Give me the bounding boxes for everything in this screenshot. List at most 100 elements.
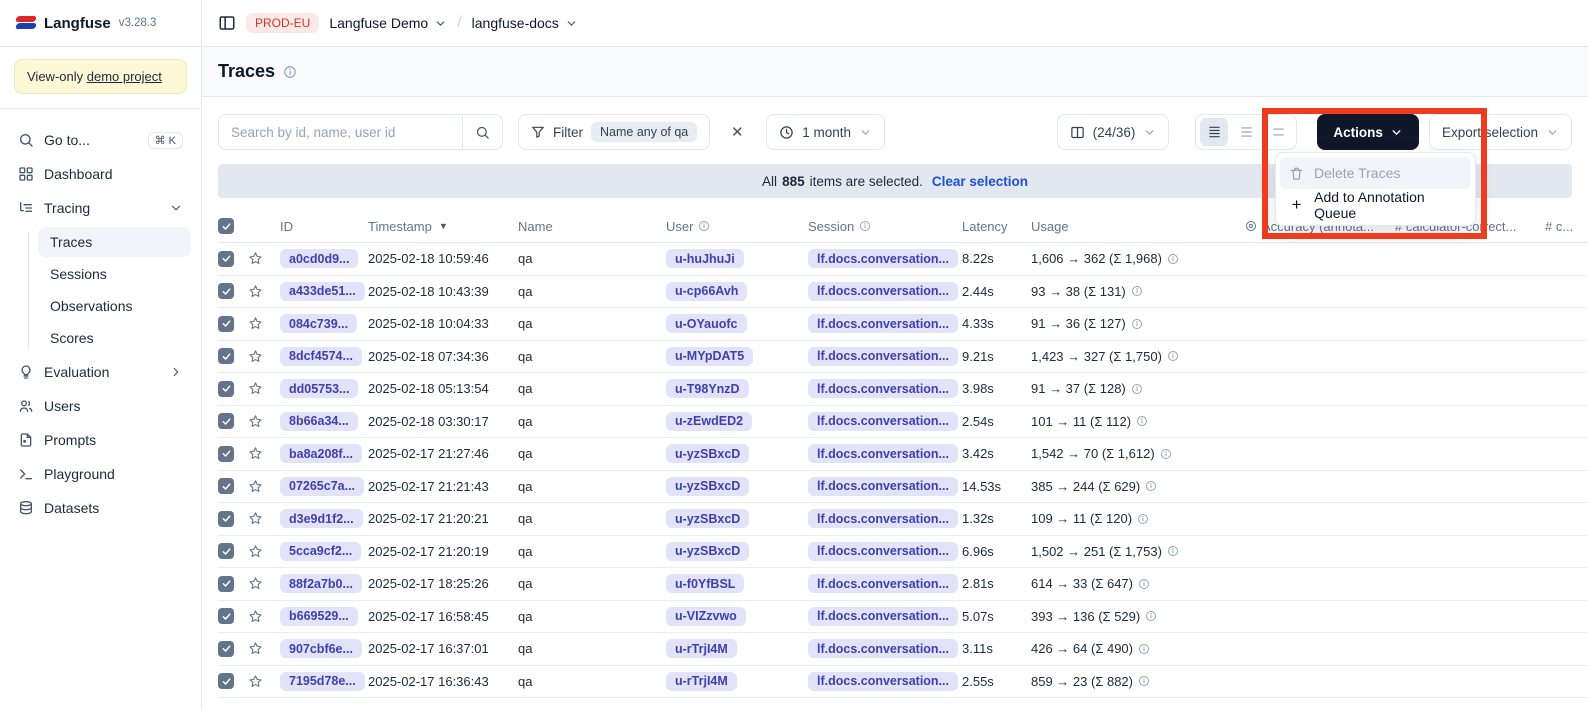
column-header-session[interactable]: Session — [808, 219, 962, 234]
menu-item-add-to-annotation-queue[interactable]: + Add to Annotation Queue — [1280, 189, 1471, 221]
user-badge[interactable]: u-huJhuJi — [666, 249, 744, 268]
session-badge[interactable]: lf.docs.conversation... — [808, 574, 958, 593]
session-badge[interactable]: lf.docs.conversation... — [808, 639, 958, 658]
table-row[interactable]: 907cbf6e... 2025-02-17 16:37:01 qa u-rTr… — [218, 633, 1588, 666]
trace-id-badge[interactable]: 907cbf6e... — [280, 639, 362, 658]
star-icon[interactable] — [248, 446, 263, 461]
sidebar-item-traces[interactable]: Traces — [38, 227, 191, 257]
time-range-selector[interactable]: 1 month — [766, 114, 885, 150]
search-input[interactable] — [219, 115, 462, 149]
user-badge[interactable]: u-VIZzvwo — [666, 607, 746, 626]
info-icon[interactable] — [1137, 513, 1149, 525]
star-icon[interactable] — [248, 674, 263, 689]
row-height-medium-button[interactable] — [1232, 118, 1260, 146]
select-all-checkbox[interactable] — [218, 218, 234, 234]
table-row[interactable]: 084c739... 2025-02-18 10:04:33 qa u-OYau… — [218, 308, 1588, 341]
row-checkbox[interactable] — [218, 413, 234, 429]
table-row[interactable]: 7195d78e... 2025-02-17 16:36:43 qa u-rTr… — [218, 666, 1588, 699]
trace-id-badge[interactable]: b669529... — [280, 607, 358, 626]
star-icon[interactable] — [248, 479, 263, 494]
trace-id-badge[interactable]: ba8a208f... — [280, 444, 362, 463]
star-icon[interactable] — [248, 576, 263, 591]
actions-button[interactable]: Actions — [1317, 114, 1419, 150]
session-badge[interactable]: lf.docs.conversation... — [808, 379, 958, 398]
sidebar-item-datasets[interactable]: Datasets — [10, 491, 191, 525]
column-header-id[interactable]: ID — [280, 219, 368, 234]
row-checkbox[interactable] — [218, 478, 234, 494]
info-icon[interactable] — [1145, 610, 1157, 622]
trace-id-badge[interactable]: 084c739... — [280, 314, 357, 333]
clear-filter-button[interactable]: ✕ — [722, 117, 752, 147]
info-icon[interactable] — [1167, 545, 1179, 557]
row-checkbox[interactable] — [218, 283, 234, 299]
sidebar-item-observations[interactable]: Observations — [38, 291, 191, 321]
column-header-timestamp[interactable]: Timestamp▼ — [368, 219, 518, 234]
user-badge[interactable]: u-T98YnzD — [666, 379, 749, 398]
sidebar-item-users[interactable]: Users — [10, 389, 191, 423]
row-checkbox[interactable] — [218, 641, 234, 657]
info-icon[interactable] — [1131, 383, 1143, 395]
trace-id-badge[interactable]: 88f2a7b0... — [280, 574, 362, 593]
info-icon[interactable] — [1167, 350, 1179, 362]
row-checkbox[interactable] — [218, 446, 234, 462]
user-badge[interactable]: u-rTrjI4M — [666, 639, 737, 658]
table-row[interactable]: 8dcf4574... 2025-02-18 07:34:36 qa u-MYp… — [218, 341, 1588, 374]
session-badge[interactable]: lf.docs.conversation... — [808, 607, 958, 626]
trace-id-badge[interactable]: 5cca9cf2... — [280, 542, 361, 561]
sidebar-toggle-icon[interactable] — [218, 14, 236, 32]
table-row[interactable]: d3e9d1f2... 2025-02-17 21:20:21 qa u-yzS… — [218, 503, 1588, 536]
column-header-usage[interactable]: Usage — [1031, 219, 1245, 234]
column-header-name[interactable]: Name — [518, 219, 666, 234]
trace-id-badge[interactable]: dd05753... — [280, 379, 358, 398]
star-icon[interactable] — [248, 641, 263, 656]
row-checkbox[interactable] — [218, 673, 234, 689]
sidebar-item-scores[interactable]: Scores — [38, 323, 191, 353]
sidebar-item-evaluation[interactable]: Evaluation — [10, 355, 191, 389]
session-badge[interactable]: lf.docs.conversation... — [808, 412, 958, 431]
filter-button[interactable]: Filter Name any of qa — [518, 114, 710, 150]
user-badge[interactable]: u-yzSBxcD — [666, 509, 749, 528]
info-icon[interactable] — [1131, 285, 1143, 297]
row-checkbox[interactable] — [218, 251, 234, 267]
session-badge[interactable]: lf.docs.conversation... — [808, 672, 958, 691]
user-badge[interactable]: u-yzSBxcD — [666, 542, 749, 561]
row-height-compact-button[interactable] — [1200, 118, 1228, 146]
sidebar-item-playground[interactable]: Playground — [10, 457, 191, 491]
info-icon[interactable] — [1145, 480, 1157, 492]
table-row[interactable]: 5cca9cf2... 2025-02-17 21:20:19 qa u-yzS… — [218, 536, 1588, 569]
star-icon[interactable] — [248, 609, 263, 624]
sidebar-item-goto[interactable]: Go to... ⌘ K — [10, 123, 191, 157]
star-icon[interactable] — [248, 349, 263, 364]
star-icon[interactable] — [248, 544, 263, 559]
row-checkbox[interactable] — [218, 543, 234, 559]
session-badge[interactable]: lf.docs.conversation... — [808, 509, 958, 528]
column-header-user[interactable]: User — [666, 219, 808, 234]
user-badge[interactable]: u-zEwdED2 — [666, 412, 752, 431]
info-icon[interactable] — [1131, 318, 1143, 330]
row-checkbox[interactable] — [218, 576, 234, 592]
table-row[interactable]: a0cd0d9... 2025-02-18 10:59:46 qa u-huJh… — [218, 243, 1588, 276]
session-badge[interactable]: lf.docs.conversation... — [808, 282, 958, 301]
column-header-extra[interactable]: # c... — [1545, 219, 1588, 234]
session-badge[interactable]: lf.docs.conversation... — [808, 477, 958, 496]
user-badge[interactable]: u-MYpDAT5 — [666, 347, 753, 366]
table-row[interactable]: 8b66a34... 2025-02-18 03:30:17 qa u-zEwd… — [218, 406, 1588, 439]
session-badge[interactable]: lf.docs.conversation... — [808, 314, 958, 333]
star-icon[interactable] — [248, 251, 263, 266]
trace-id-badge[interactable]: 8dcf4574... — [280, 347, 362, 366]
sidebar-item-prompts[interactable]: Prompts — [10, 423, 191, 457]
row-checkbox[interactable] — [218, 316, 234, 332]
trace-id-badge[interactable]: a433de51... — [280, 282, 365, 301]
demo-project-link[interactable]: demo project — [87, 69, 162, 84]
session-badge[interactable]: lf.docs.conversation... — [808, 249, 958, 268]
trace-id-badge[interactable]: a0cd0d9... — [280, 249, 358, 268]
trace-id-badge[interactable]: d3e9d1f2... — [280, 509, 363, 528]
column-visibility-button[interactable]: (24/36) — [1057, 114, 1170, 150]
star-icon[interactable] — [248, 284, 263, 299]
user-badge[interactable]: u-yzSBxcD — [666, 477, 749, 496]
info-icon[interactable] — [1138, 643, 1150, 655]
info-icon[interactable] — [1136, 415, 1148, 427]
row-checkbox[interactable] — [218, 608, 234, 624]
trace-id-badge[interactable]: 07265c7a... — [280, 477, 364, 496]
table-row[interactable]: a433de51... 2025-02-18 10:43:39 qa u-cp6… — [218, 276, 1588, 309]
